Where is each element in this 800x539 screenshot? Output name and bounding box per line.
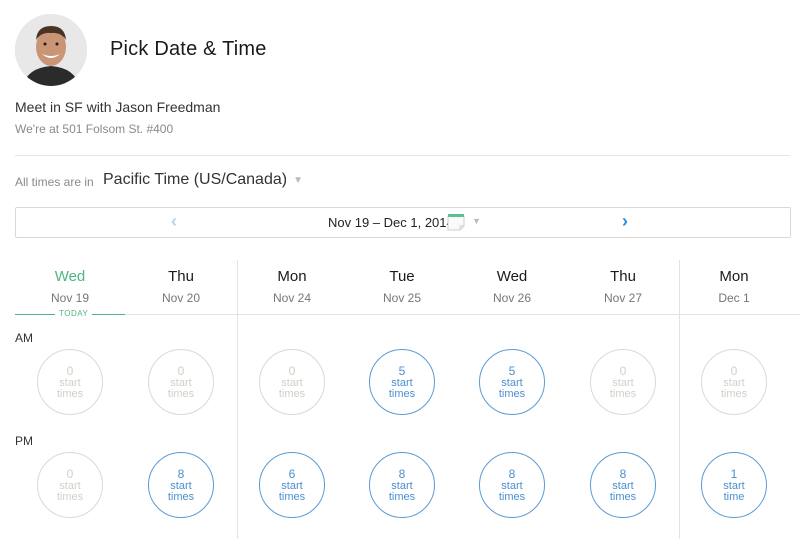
start-time-label: times <box>388 387 416 400</box>
calendar-icon[interactable] <box>447 213 465 231</box>
divider <box>15 155 790 156</box>
start-time-count: 0 <box>66 363 74 378</box>
start-time-label: times <box>609 490 637 503</box>
start-time-label: times <box>56 490 84 503</box>
time-slot-pm[interactable]: 8 start times <box>479 452 545 518</box>
start-time-label: times <box>278 387 306 400</box>
chevron-left-icon[interactable]: ‹ <box>171 211 177 232</box>
day-date: Nov 20 <box>161 291 201 305</box>
start-time-count: 1 <box>730 466 738 481</box>
start-time-label: start <box>612 376 634 389</box>
day-date: Nov 26 <box>492 291 532 305</box>
time-slot-am[interactable]: 5 start times <box>479 349 545 415</box>
start-time-label: times <box>167 490 195 503</box>
timezone-value: Pacific Time (US/Canada) <box>103 171 288 188</box>
avatar <box>15 14 87 86</box>
day-date: Nov 27 <box>603 291 643 305</box>
start-time-label: times <box>388 490 416 503</box>
day-header: Wed Nov 19 <box>15 260 125 305</box>
day-header: Mon Dec 1 <box>679 260 789 305</box>
time-slot-am: 0 start times <box>701 349 767 415</box>
day-header: Tue Nov 25 <box>347 260 457 305</box>
start-time-label: start <box>391 376 413 389</box>
time-slot-pm[interactable]: 8 start times <box>369 452 435 518</box>
start-time-count: 5 <box>398 363 406 378</box>
start-time-count: 0 <box>288 363 296 378</box>
timezone-select[interactable]: Pacific Time (US/Canada) ▼ <box>103 171 303 189</box>
start-time-label: time <box>723 490 745 503</box>
date-range-navigator: ‹ Nov 19 – Dec 1, 2014 ▼ › <box>15 207 791 238</box>
start-time-count: 6 <box>288 466 296 481</box>
time-slot-am[interactable]: 5 start times <box>369 349 435 415</box>
start-time-count: 8 <box>177 466 185 481</box>
start-time-label: start <box>723 479 745 492</box>
start-time-count: 0 <box>730 363 738 378</box>
day-name: Thu <box>168 268 194 285</box>
time-slot-am: 0 start times <box>148 349 214 415</box>
start-time-count: 5 <box>508 363 516 378</box>
start-time-label: times <box>609 387 637 400</box>
day-header: Thu Nov 20 <box>126 260 236 305</box>
time-slot-pm[interactable]: 8 start times <box>148 452 214 518</box>
day-header: Mon Nov 24 <box>237 260 347 305</box>
day-name: Wed <box>54 268 86 285</box>
start-time-label: times <box>720 387 748 400</box>
start-time-label: start <box>59 376 81 389</box>
day-name: Wed <box>496 268 528 285</box>
time-slot-pm[interactable]: 6 start times <box>259 452 325 518</box>
day-header: Thu Nov 27 <box>568 260 678 305</box>
start-time-count: 0 <box>619 363 627 378</box>
day-name: Tue <box>389 268 415 285</box>
start-time-label: start <box>501 376 523 389</box>
day-date: Nov 25 <box>382 291 422 305</box>
day-name: Thu <box>610 268 636 285</box>
day-date: Dec 1 <box>718 291 750 305</box>
start-time-label: start <box>281 376 303 389</box>
start-time-label: times <box>167 387 195 400</box>
start-time-count: 0 <box>177 363 185 378</box>
caret-down-icon: ▼ <box>293 174 303 186</box>
start-time-label: times <box>56 387 84 400</box>
time-slot-am: 0 start times <box>259 349 325 415</box>
period-label-am: AM <box>15 331 33 345</box>
event-name: Meet in SF with Jason Freedman <box>15 99 221 115</box>
event-location: We're at 501 Folsom St. #400 <box>15 122 174 136</box>
page-title: Pick Date & Time <box>110 38 267 60</box>
start-time-count: 0 <box>66 466 74 481</box>
user-photo-icon <box>15 14 87 86</box>
time-slot-pm: 0 start times <box>37 452 103 518</box>
start-time-label: start <box>59 479 81 492</box>
start-time-label: times <box>498 387 526 400</box>
start-time-label: start <box>391 479 413 492</box>
start-time-label: start <box>612 479 634 492</box>
start-time-label: times <box>278 490 306 503</box>
header-divider <box>125 314 800 315</box>
start-time-label: start <box>723 376 745 389</box>
start-time-label: times <box>498 490 526 503</box>
time-slot-pm[interactable]: 1 start time <box>701 452 767 518</box>
day-name: Mon <box>277 268 307 285</box>
start-time-label: start <box>281 479 303 492</box>
start-time-count: 8 <box>398 466 406 481</box>
start-time-label: start <box>501 479 523 492</box>
day-header: Wed Nov 26 <box>457 260 567 305</box>
time-slot-am: 0 start times <box>37 349 103 415</box>
date-range-label: Nov 19 – Dec 1, 2014 <box>328 215 454 230</box>
period-label-pm: PM <box>15 434 33 448</box>
day-name: Mon <box>719 268 749 285</box>
chevron-right-icon[interactable]: › <box>622 211 628 232</box>
timezone-label: All times are in <box>15 175 94 189</box>
start-time-label: start <box>170 376 192 389</box>
today-label: TODAY <box>55 309 93 318</box>
start-time-count: 8 <box>619 466 627 481</box>
time-slot-pm[interactable]: 8 start times <box>590 452 656 518</box>
caret-down-icon[interactable]: ▼ <box>472 216 481 226</box>
availability-grid: TODAY AM PM Wed Nov 19 0 start times 0 start ti… <box>0 260 800 539</box>
day-date: Nov 24 <box>272 291 312 305</box>
start-time-label: start <box>170 479 192 492</box>
day-date: Nov 19 <box>50 291 90 305</box>
start-time-count: 8 <box>508 466 516 481</box>
time-slot-am: 0 start times <box>590 349 656 415</box>
